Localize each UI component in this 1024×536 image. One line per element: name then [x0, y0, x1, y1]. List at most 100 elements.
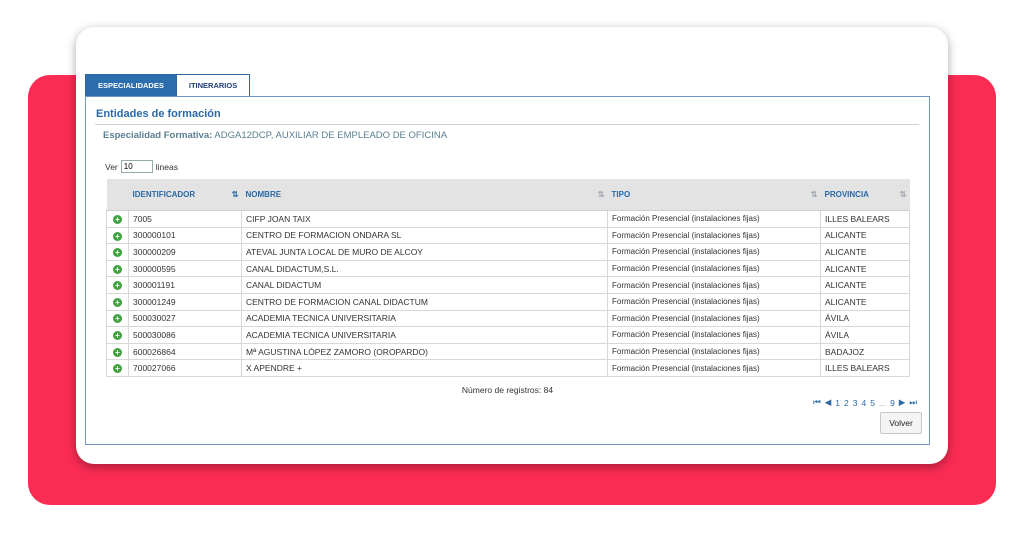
header-identificador[interactable]: IDENTIFICADOR ⇅	[128, 179, 242, 211]
table-row[interactable]: +300000209 ATEVAL JUNTA LOCAL DE MURO DE …	[106, 243, 910, 261]
sort-asc-icon[interactable]: ⇅	[232, 190, 239, 199]
cell-provincia: ILLES BALEARS	[820, 359, 910, 377]
cell-nombre: ATEVAL JUNTA LOCAL DE MURO DE ALCOY	[241, 243, 608, 261]
cell-nombre: Mª AGUSTINA LÓPEZ ZAMORO (OROPARDO)	[241, 343, 608, 361]
plus-circle-icon[interactable]: +	[113, 281, 122, 291]
expand-row-icon[interactable]: +	[106, 326, 129, 344]
table-row[interactable]: +300001191 CANAL DIDACTUM Formación Presen…	[106, 276, 910, 294]
cell-identificador: 300001249	[128, 293, 242, 311]
cell-tipo: Formación Presencial (instalaciones fija…	[607, 243, 821, 261]
expand-row-icon[interactable]: +	[106, 227, 129, 245]
next-page-icon[interactable]: ▶	[899, 397, 906, 408]
table-row[interactable]: +500030086 ACADEMIA TECNICA UNIVERSITARIA…	[106, 326, 910, 344]
tab-itinerarios[interactable]: ITINERARIOS	[176, 74, 251, 97]
cell-provincia: ALICANTE	[820, 243, 910, 261]
expand-row-icon[interactable]: +	[106, 260, 129, 278]
cell-identificador: 7005	[128, 210, 242, 228]
table-header-row: IDENTIFICADOR ⇅ NOMBRE ⇅ TIPO ⇅ PROVINCI…	[106, 179, 910, 211]
cell-nombre: CANAL DIDACTUM,S.L.	[241, 260, 608, 278]
table-row[interactable]: +700027066 X APENDRE + Formación Presencia…	[106, 359, 910, 377]
cell-identificador: 300000101	[128, 227, 242, 245]
content-card: ESPECIALIDADES ITINERARIOS Entidades de …	[76, 27, 948, 464]
plus-circle-icon[interactable]: +	[113, 231, 122, 241]
last-page-icon[interactable]: ⏭	[909, 397, 917, 408]
header-tipo-label: TIPO	[611, 190, 631, 199]
expand-row-icon[interactable]: +	[106, 293, 129, 311]
cell-nombre: ACADEMIA TECNICA UNIVERSITARIA	[241, 310, 608, 328]
expand-row-icon[interactable]: +	[106, 359, 129, 377]
cell-provincia: BADAJOZ	[820, 343, 910, 361]
cell-tipo: Formación Presencial (instalaciones fija…	[607, 210, 821, 228]
page-link-2[interactable]: 2	[844, 398, 849, 408]
cell-nombre: ACADEMIA TECNICA UNIVERSITARIA	[241, 326, 608, 344]
cell-provincia: ALICANTE	[820, 293, 910, 311]
plus-circle-icon[interactable]: +	[113, 214, 122, 224]
cell-tipo: Formación Presencial (instalaciones fija…	[607, 326, 821, 344]
expand-row-icon[interactable]: +	[106, 343, 129, 361]
table-row[interactable]: +600026864 Mª AGUSTINA LÓPEZ ZAMORO (OROP…	[106, 343, 910, 361]
sort-icon[interactable]: ⇅	[598, 190, 605, 199]
volver-button[interactable]: Volver	[880, 412, 922, 434]
cell-identificador: 500030086	[128, 326, 242, 344]
expand-row-icon[interactable]: +	[106, 276, 129, 294]
cell-identificador: 300000595	[128, 260, 242, 278]
plus-circle-icon[interactable]: +	[113, 248, 122, 258]
cell-nombre: CANAL DIDACTUM	[241, 276, 608, 294]
cell-nombre: CENTRO DE FORMACION ONDARA SL	[241, 227, 608, 245]
cell-tipo: Formación Presencial (instalaciones fija…	[607, 276, 821, 294]
cell-provincia: ALICANTE	[820, 260, 910, 278]
table-row[interactable]: +7005 CIFP JOAN TAIX Formación Presencial …	[106, 210, 910, 228]
specialty-subtitle: Especialidad Formativa: ADGA12DCP, AUXIL…	[103, 130, 447, 141]
cell-nombre: CENTRO DE FORMACION CANAL DIDACTUM	[241, 293, 608, 311]
page-size-suffix: lineas	[155, 161, 178, 172]
cell-identificador: 300001191	[128, 276, 242, 294]
plus-circle-icon[interactable]: +	[113, 314, 122, 324]
page-link-last[interactable]: 9	[890, 398, 895, 408]
cell-tipo: Formación Presencial (instalaciones fija…	[607, 227, 821, 245]
sort-icon[interactable]: ⇅	[900, 190, 907, 199]
page-size-input[interactable]	[120, 160, 153, 173]
prev-page-icon[interactable]: ◀	[825, 397, 832, 408]
plus-circle-icon[interactable]: +	[113, 331, 122, 341]
cell-provincia: ÁVILA	[820, 326, 910, 344]
expand-row-icon[interactable]: +	[106, 243, 129, 261]
subtitle-value: ADGA12DCP, AUXILIAR DE EMPLEADO DE OFICI…	[214, 130, 448, 141]
page-link-5[interactable]: 5	[870, 398, 875, 408]
header-nombre[interactable]: NOMBRE ⇅	[241, 179, 608, 211]
table-row[interactable]: +500030027 ACADEMIA TECNICA UNIVERSITARIA…	[106, 310, 910, 328]
panel-title: Entidades de formación	[96, 108, 221, 120]
expand-row-icon[interactable]: +	[106, 310, 129, 328]
table-row[interactable]: +300001249 CENTRO DE FORMACION CANAL DIDA…	[106, 293, 910, 311]
tab-especialidades[interactable]: ESPECIALIDADES	[85, 74, 177, 97]
cell-tipo: Formación Presencial (instalaciones fija…	[607, 343, 821, 361]
sort-icon[interactable]: ⇅	[811, 190, 818, 199]
header-nombre-label: NOMBRE	[245, 190, 282, 199]
cell-provincia: ÁVILA	[820, 310, 910, 328]
plus-circle-icon[interactable]: +	[113, 297, 122, 307]
entities-table: IDENTIFICADOR ⇅ NOMBRE ⇅ TIPO ⇅ PROVINCI…	[106, 179, 910, 377]
plus-circle-icon[interactable]: +	[113, 364, 122, 374]
cell-tipo: Formación Presencial (instalaciones fija…	[607, 310, 821, 328]
pagination: ⏮ ◀ 1 2 3 4 5 ... 9 ▶ ⏭	[813, 397, 917, 408]
cell-tipo: Formación Presencial (instalaciones fija…	[607, 260, 821, 278]
plus-circle-icon[interactable]: +	[113, 347, 122, 357]
expand-row-icon[interactable]: +	[106, 210, 129, 228]
table-row[interactable]: +300000101 CENTRO DE FORMACION ONDARA SL F…	[106, 227, 910, 245]
title-divider	[95, 124, 919, 125]
cell-identificador: 600026864	[128, 343, 242, 361]
page-link-3[interactable]: 3	[853, 398, 858, 408]
plus-circle-icon[interactable]: +	[113, 264, 122, 274]
header-tipo[interactable]: TIPO ⇅	[607, 179, 821, 211]
pagination-ellipsis: ...	[878, 397, 887, 408]
header-provincia[interactable]: PROVINCIA ⇅	[820, 179, 910, 211]
cell-identificador: 300000209	[128, 243, 242, 261]
table-row[interactable]: +300000595 CANAL DIDACTUM,S.L. Formación P…	[106, 260, 910, 278]
page-link-1[interactable]: 1	[835, 398, 840, 408]
page-link-4[interactable]: 4	[862, 398, 867, 408]
header-provincia-label: PROVINCIA	[824, 190, 869, 199]
records-count: Número de registros: 84	[461, 385, 554, 395]
cell-provincia: ILLES BALEARS	[820, 210, 910, 228]
cell-nombre: X APENDRE +	[241, 359, 608, 377]
cell-tipo: Formación Presencial (instalaciones fija…	[607, 293, 821, 311]
first-page-icon[interactable]: ⏮	[813, 397, 821, 408]
